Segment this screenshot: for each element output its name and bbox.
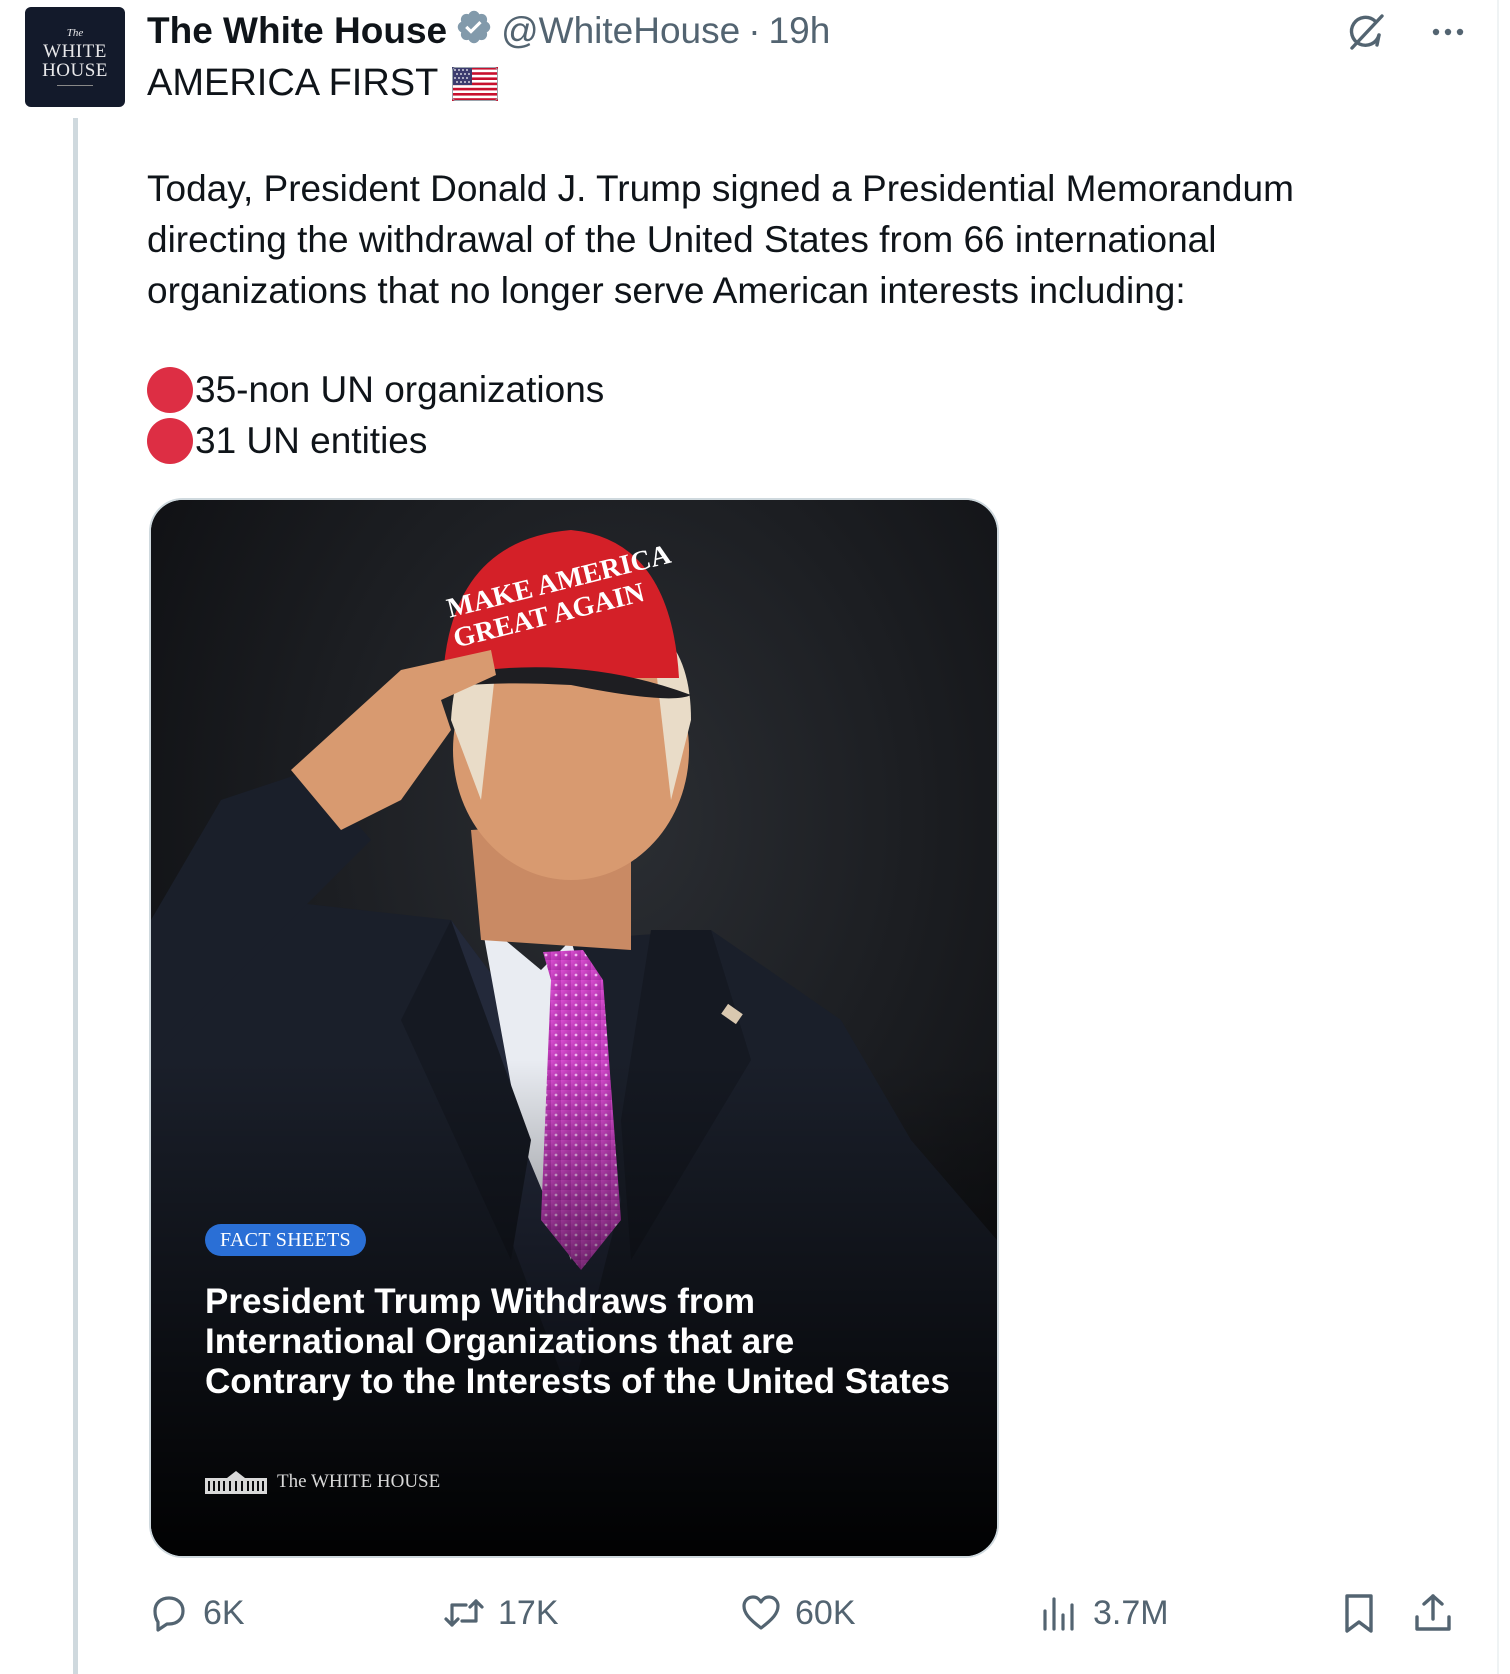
list-item: 35-non UN organizations	[147, 364, 604, 415]
grok-icon[interactable]	[1342, 8, 1390, 56]
reply-count: 6K	[203, 1593, 245, 1632]
post-header: The White House @WhiteHouse · 19h	[147, 6, 830, 56]
separator-dot: ·	[748, 10, 761, 51]
post-page: The WHITE HOUSE The White House @WhiteHo…	[0, 0, 1510, 1674]
views-button[interactable]: 3.7M	[1037, 1588, 1169, 1638]
column-divider	[1497, 0, 1499, 1674]
bookmark-icon	[1337, 1591, 1381, 1635]
post-actions: 6K 17K 60K 3.7M	[147, 1588, 1457, 1638]
avatar[interactable]: The WHITE HOUSE	[25, 7, 125, 107]
avatar-text-the: The	[66, 27, 84, 39]
like-count: 60K	[795, 1593, 856, 1632]
body-line: organizations that no longer serve Ameri…	[147, 270, 1186, 311]
red-circle-icon	[147, 417, 193, 464]
repost-icon	[442, 1591, 486, 1635]
post-body: Today, President Donald J. Trump signed …	[147, 163, 1467, 316]
list-item: 31 UN entities	[147, 415, 604, 466]
avatar-rule	[57, 85, 93, 86]
card-footer-brand: The WHITE HOUSE	[277, 1471, 441, 1492]
body-line: Today, President Donald J. Trump signed …	[147, 168, 1294, 209]
more-options-icon[interactable]	[1428, 12, 1468, 52]
like-button[interactable]: 60K	[739, 1588, 856, 1638]
fact-sheets-badge: FACT SHEETS	[205, 1224, 366, 1256]
verified-badge-icon[interactable]	[455, 8, 493, 55]
views-chart-icon	[1037, 1591, 1081, 1635]
post-subtitle: AMERICA FIRST	[147, 62, 499, 105]
top-actions	[1342, 8, 1468, 56]
views-count: 3.7M	[1093, 1593, 1169, 1632]
share-icon	[1411, 1591, 1455, 1635]
card-headline: President Trump Withdraws from Internati…	[205, 1282, 965, 1402]
body-line: directing the withdrawal of the United S…	[147, 219, 1217, 260]
avatar-text-white: WHITE	[43, 41, 107, 62]
user-handle[interactable]: @WhiteHouse	[501, 10, 740, 52]
share-button[interactable]	[1411, 1588, 1455, 1638]
post-list: 35-non UN organizations 31 UN entities	[147, 364, 604, 466]
display-name[interactable]: The White House	[147, 10, 447, 52]
list-item-text: 31 UN entities	[195, 420, 428, 461]
white-house-building-icon	[205, 1470, 267, 1494]
thread-line	[73, 118, 78, 1674]
list-item-text: 35-non UN organizations	[195, 369, 605, 410]
card-headline-line: President Trump Withdraws from	[205, 1282, 756, 1321]
media-card[interactable]: MAKE AMERICA GREAT AGAIN FACT SHEETS Pre…	[149, 498, 999, 1558]
post-timestamp[interactable]: 19h	[769, 10, 831, 52]
card-headline-line: Contrary to the Interests of the United …	[205, 1362, 950, 1401]
reply-button[interactable]: 6K	[147, 1588, 245, 1638]
card-headline-line: International Organizations that are	[205, 1322, 795, 1361]
red-circle-icon	[147, 366, 193, 413]
us-flag-icon	[452, 66, 499, 101]
card-footer: The WHITE HOUSE	[205, 1470, 440, 1494]
bookmark-button[interactable]	[1337, 1588, 1381, 1638]
repost-count: 17K	[498, 1593, 559, 1632]
reply-icon	[147, 1591, 191, 1635]
repost-button[interactable]: 17K	[442, 1588, 559, 1638]
heart-icon	[739, 1591, 783, 1635]
avatar-text-house: HOUSE	[42, 60, 108, 81]
subtitle-text: AMERICA FIRST	[147, 62, 439, 104]
